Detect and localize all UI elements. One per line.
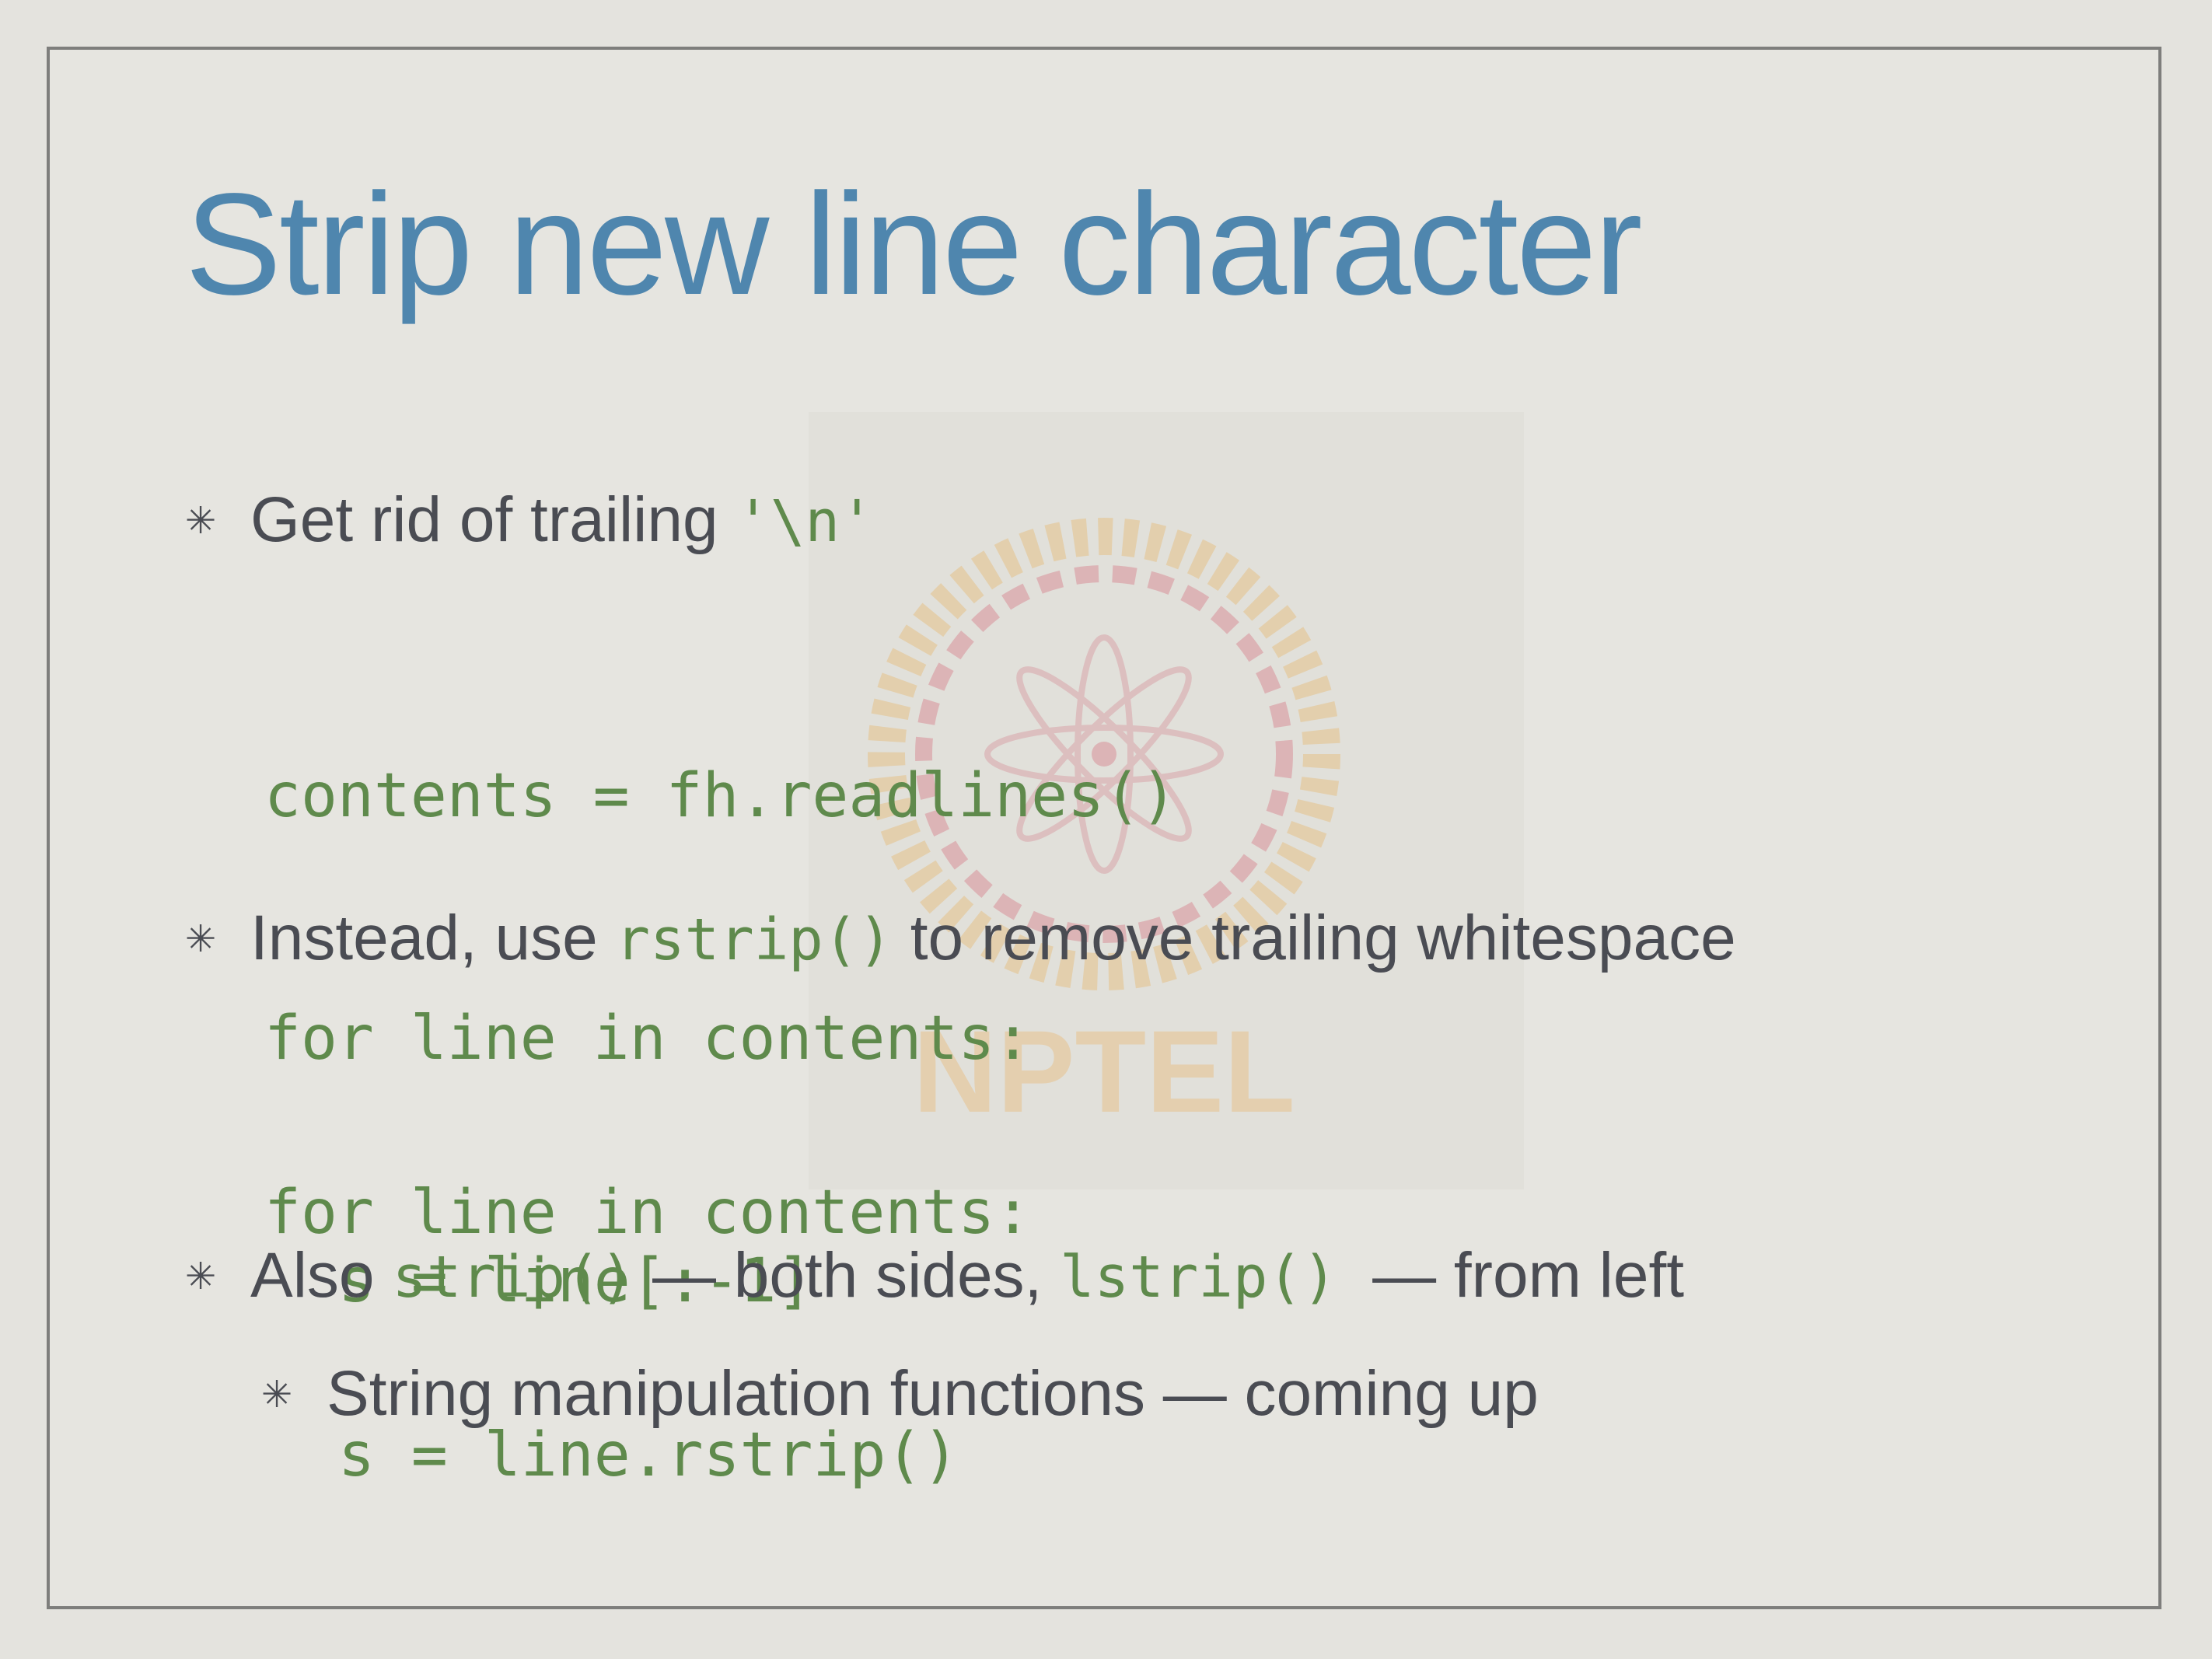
asterisk-bullet-icon: ✳ [261,1373,293,1416]
bullet-text: Also [250,1240,393,1311]
bullet-text: to remove trailing whitespace [892,903,1736,973]
slide-title: Strip new line character [185,164,1643,325]
bullet-strip-lstrip: ✳ Also strip() — both sides, lstrip() — f… [185,1244,1684,1308]
bullet-trailing-newline: ✳ Get rid of trailing '\n' [185,488,875,552]
bullet-text: — both sides, [634,1240,1061,1311]
bullet-text: Instead, use [250,903,616,973]
bullet-rstrip: ✳ Instead, use rstrip() to remove trailin… [185,906,1736,970]
bullet-text: — from left [1337,1240,1685,1311]
sub-bullet-string-functions: ✳ String manipulation functions — coming … [261,1362,1539,1426]
asterisk-bullet-icon: ✳ [185,1255,217,1298]
asterisk-bullet-icon: ✳ [185,499,217,543]
asterisk-bullet-icon: ✳ [185,917,217,961]
bullet-code: rstrip() [615,906,893,973]
sub-bullet-text: String manipulation functions — coming u… [327,1358,1539,1429]
bullet-code: strip() [392,1244,635,1311]
bullet-text: Get rid of trailing [250,484,736,555]
code-line: contents = fh.readlines() [264,761,1177,831]
bullet-code: lstrip() [1060,1244,1337,1311]
bullet-code: '\n' [736,488,875,555]
